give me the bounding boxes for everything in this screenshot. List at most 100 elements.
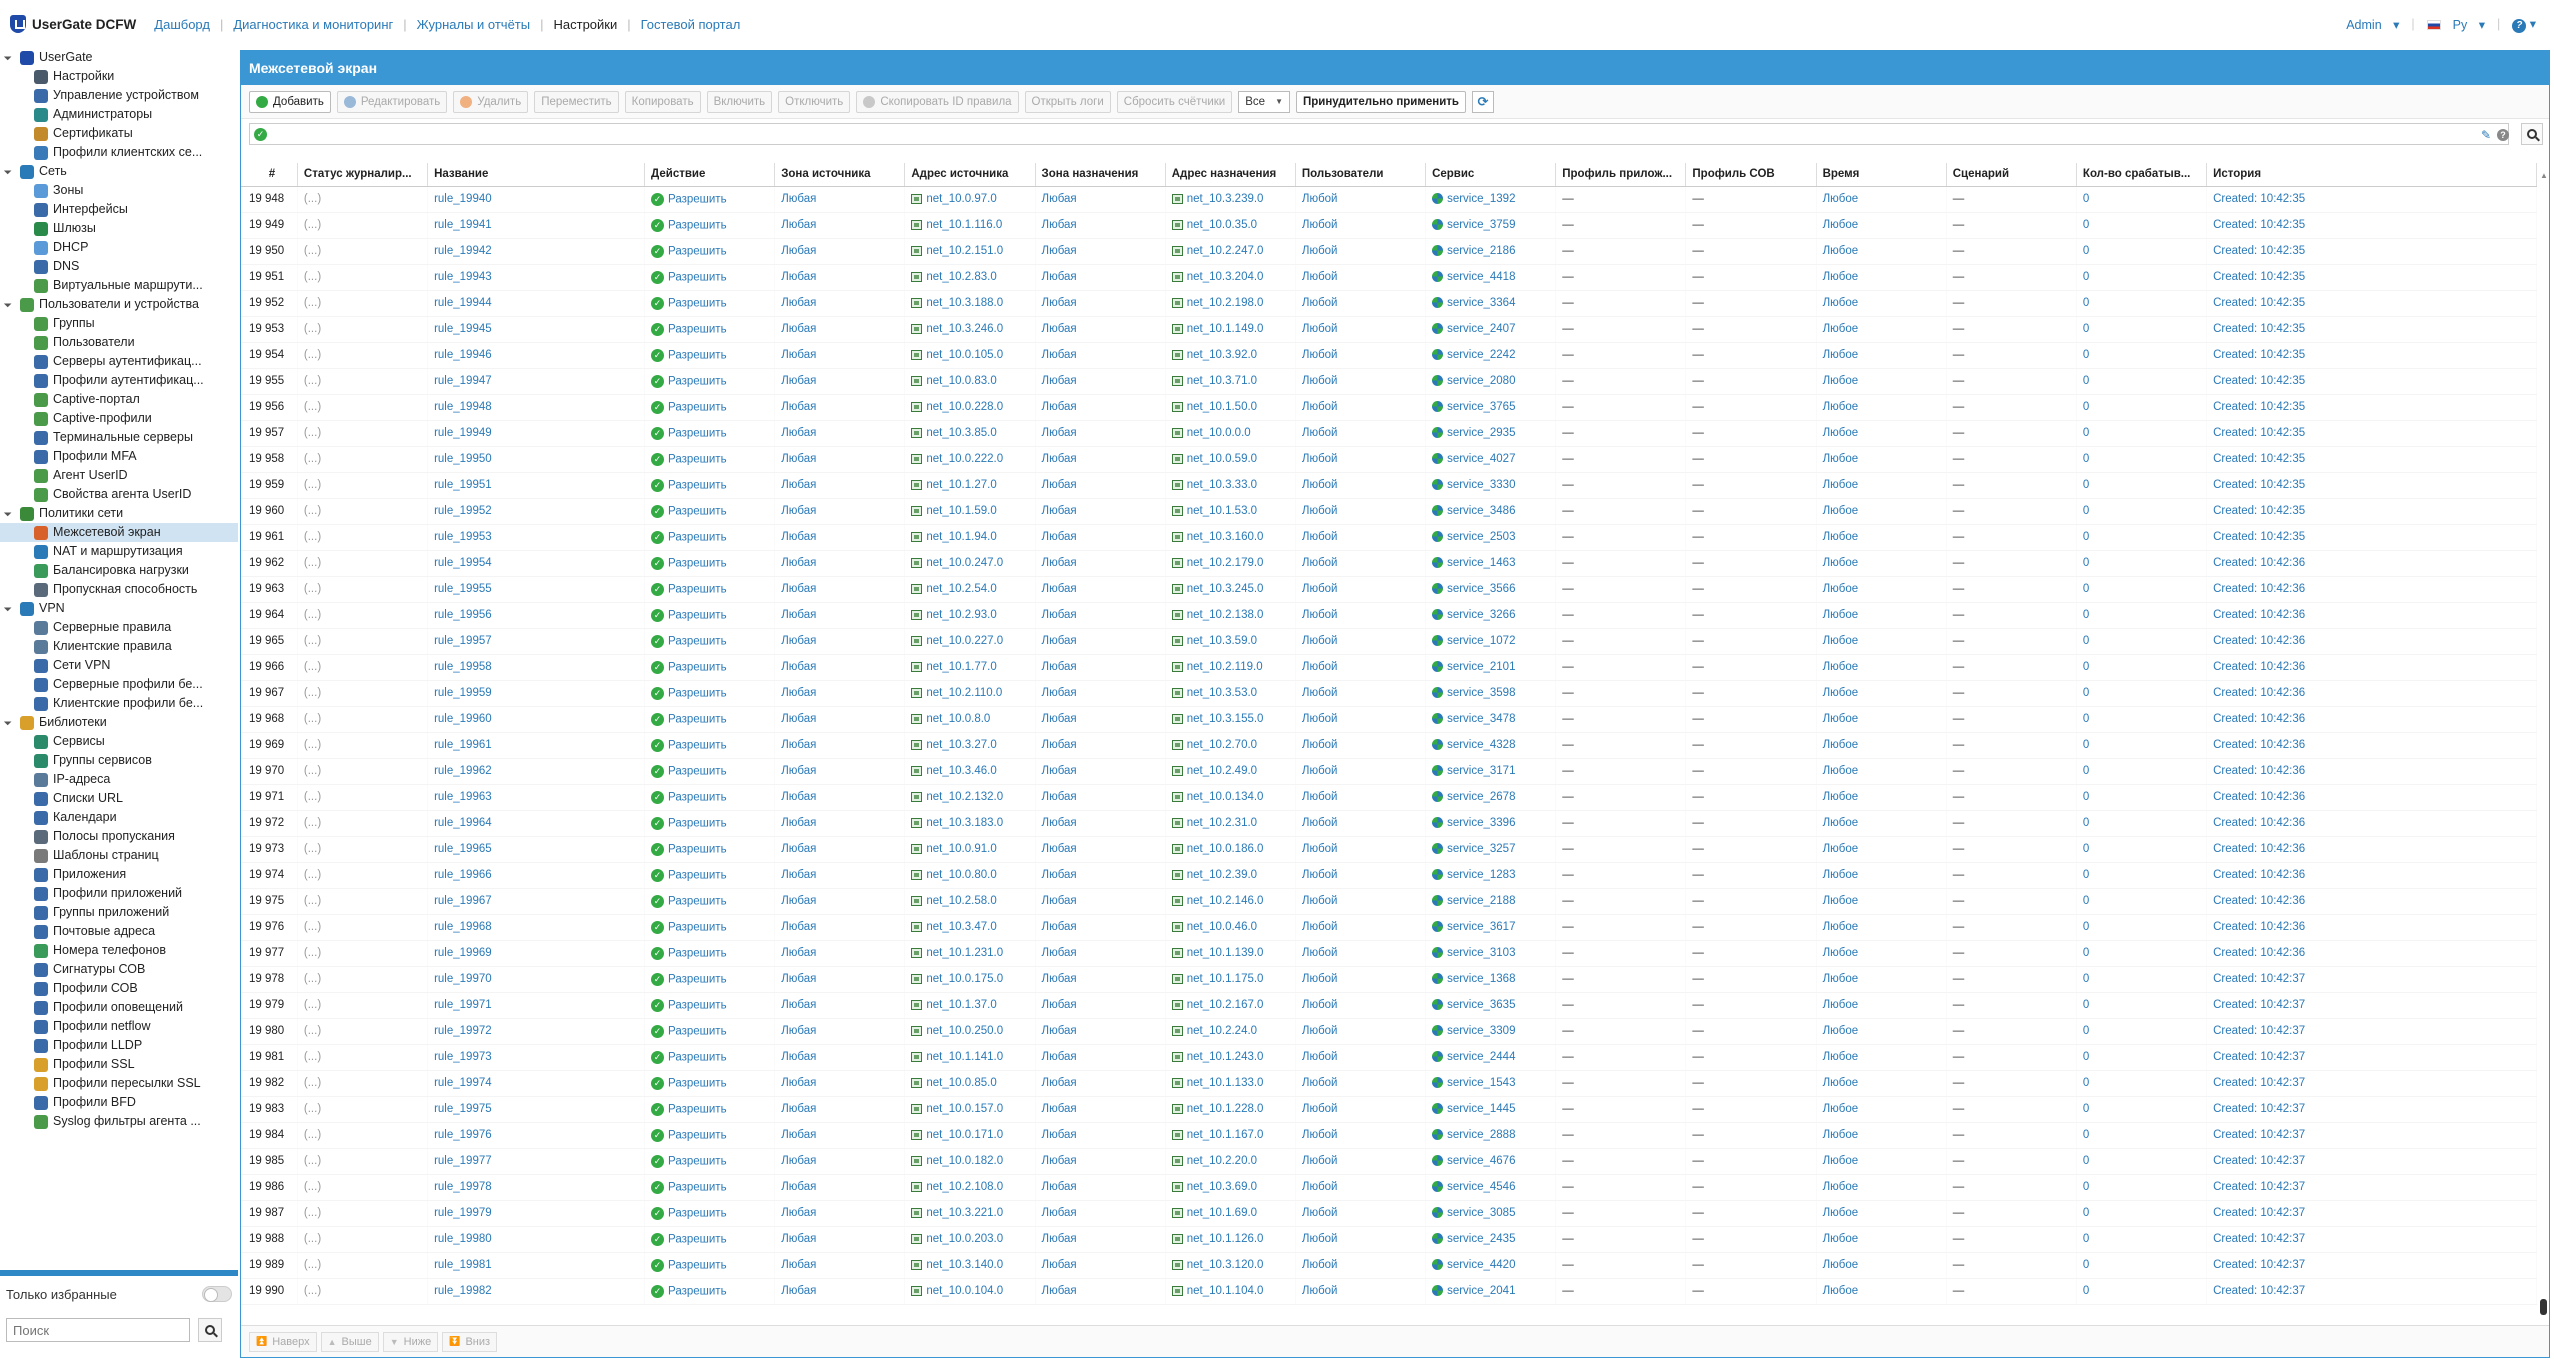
cell-src-addr[interactable]: net_10.1.231.0: [904, 940, 1036, 967]
cell-src-addr[interactable]: net_10.0.83.0: [904, 368, 1036, 395]
table-row[interactable]: 19 990 (...) rule_19982 ✓ Разрешить Любая net_…: [241, 1278, 2537, 1305]
force-apply-button[interactable]: Принудительно применить: [1295, 90, 1466, 113]
cell-name[interactable]: rule_19956: [427, 602, 646, 629]
cell-dst-addr[interactable]: net_10.2.39.0: [1165, 862, 1296, 889]
tree-item[interactable]: Интерфейсы: [0, 200, 238, 219]
column-header[interactable]: Профиль прилож...: [1555, 163, 1687, 187]
help-menu[interactable]: ? ▾: [2504, 16, 2544, 33]
cell-src-addr[interactable]: net_10.0.8.0: [904, 706, 1036, 733]
table-row[interactable]: 19 966 (...) rule_19958 ✓ Разрешить Любая net_…: [241, 654, 2537, 681]
nav-link-4[interactable]: Гостевой портал: [631, 17, 751, 32]
cell-src-addr[interactable]: net_10.1.94.0: [904, 524, 1036, 551]
tree-item[interactable]: Номера телефонов: [0, 941, 238, 960]
cell-name[interactable]: rule_19967: [427, 888, 646, 915]
toolbar-button-2[interactable]: Удалить: [453, 90, 529, 113]
cell-name[interactable]: rule_19968: [427, 914, 646, 941]
cell-src-addr[interactable]: net_10.2.110.0: [904, 680, 1036, 707]
cell-src-addr[interactable]: net_10.0.250.0: [904, 1018, 1036, 1045]
cell-src-addr[interactable]: net_10.1.77.0: [904, 654, 1036, 681]
cell-dst-addr[interactable]: net_10.2.24.0: [1165, 1018, 1296, 1045]
cell-service[interactable]: service_2041: [1425, 1278, 1557, 1305]
tree-item[interactable]: Профили приложений: [0, 884, 238, 903]
table-row[interactable]: 19 985 (...) rule_19977 ✓ Разрешить Любая net_…: [241, 1148, 2537, 1175]
cell-src-addr[interactable]: net_10.2.54.0: [904, 576, 1036, 603]
cell-service[interactable]: service_2678: [1425, 784, 1557, 811]
table-row[interactable]: 19 975 (...) rule_19967 ✓ Разрешить Любая net_…: [241, 888, 2537, 915]
cell-name[interactable]: rule_19941: [427, 212, 646, 239]
cell-service[interactable]: service_4027: [1425, 446, 1557, 473]
cell-action[interactable]: ✓ Разрешить: [644, 1044, 776, 1071]
cell-action[interactable]: ✓ Разрешить: [644, 1174, 776, 1201]
brand[interactable]: UserGate DCFW: [0, 15, 136, 33]
table-row[interactable]: 19 968 (...) rule_19960 ✓ Разрешить Любая net_…: [241, 706, 2537, 733]
table-row[interactable]: 19 978 (...) rule_19970 ✓ Разрешить Любая net_…: [241, 966, 2537, 993]
tree-item[interactable]: Списки URL: [0, 789, 238, 808]
cell-action[interactable]: ✓ Разрешить: [644, 290, 776, 317]
tree-item[interactable]: ◢ UserGate: [0, 48, 238, 67]
cell-service[interactable]: service_3765: [1425, 394, 1557, 421]
cell-name[interactable]: rule_19944: [427, 290, 646, 317]
cell-src-addr[interactable]: net_10.0.105.0: [904, 342, 1036, 369]
tree-item[interactable]: Captive-профили: [0, 409, 238, 428]
cell-src-addr[interactable]: net_10.0.97.0: [904, 186, 1036, 213]
table-row[interactable]: 19 953 (...) rule_19945 ✓ Разрешить Любая net_…: [241, 316, 2537, 343]
tree-item[interactable]: IP-адреса: [0, 770, 238, 789]
cell-dst-addr[interactable]: net_10.3.239.0: [1165, 186, 1296, 213]
move-button-3[interactable]: ⏬ Вниз: [442, 1331, 498, 1352]
cell-dst-addr[interactable]: net_10.1.139.0: [1165, 940, 1296, 967]
nav-link-2[interactable]: Журналы и отчёты: [407, 17, 540, 32]
tree-item[interactable]: Агент UserID: [0, 466, 238, 485]
table-row[interactable]: 19 950 (...) rule_19942 ✓ Разрешить Любая net_…: [241, 238, 2537, 265]
cell-dst-addr[interactable]: net_10.1.167.0: [1165, 1122, 1296, 1149]
cell-service[interactable]: service_3085: [1425, 1200, 1557, 1227]
cell-service[interactable]: service_3330: [1425, 472, 1557, 499]
table-row[interactable]: 19 963 (...) rule_19955 ✓ Разрешить Любая net_…: [241, 576, 2537, 603]
cell-dst-addr[interactable]: net_10.0.59.0: [1165, 446, 1296, 473]
cell-action[interactable]: ✓ Разрешить: [644, 342, 776, 369]
cell-service[interactable]: service_2080: [1425, 368, 1557, 395]
cell-action[interactable]: ✓ Разрешить: [644, 446, 776, 473]
nav-link-3[interactable]: Настройки: [544, 17, 628, 32]
expand-triangle-icon[interactable]: ◢: [2, 52, 13, 63]
cell-src-addr[interactable]: net_10.2.93.0: [904, 602, 1036, 629]
cell-dst-addr[interactable]: net_10.1.104.0: [1165, 1278, 1296, 1305]
cell-dst-addr[interactable]: net_10.2.31.0: [1165, 810, 1296, 837]
table-row[interactable]: 19 967 (...) rule_19959 ✓ Разрешить Любая net_…: [241, 680, 2537, 707]
table-row[interactable]: 19 982 (...) rule_19974 ✓ Разрешить Любая net_…: [241, 1070, 2537, 1097]
table-row[interactable]: 19 972 (...) rule_19964 ✓ Разрешить Любая net_…: [241, 810, 2537, 837]
tree-item[interactable]: Профили LLDP: [0, 1036, 238, 1055]
cell-dst-addr[interactable]: net_10.3.71.0: [1165, 368, 1296, 395]
cell-src-addr[interactable]: net_10.1.37.0: [904, 992, 1036, 1019]
tree-item[interactable]: Профили аутентификац...: [0, 371, 238, 390]
tree-item[interactable]: Клиентские профили бе...: [0, 694, 238, 713]
cell-src-addr[interactable]: net_10.3.85.0: [904, 420, 1036, 447]
cell-src-addr[interactable]: net_10.2.132.0: [904, 784, 1036, 811]
cell-src-addr[interactable]: net_10.0.227.0: [904, 628, 1036, 655]
toolbar-button-9[interactable]: Сбросить счётчики: [1116, 90, 1233, 113]
cell-dst-addr[interactable]: net_10.1.50.0: [1165, 394, 1296, 421]
cell-name[interactable]: rule_19966: [427, 862, 646, 889]
cell-dst-addr[interactable]: net_10.1.133.0: [1165, 1070, 1296, 1097]
move-button-1[interactable]: ▲ Выше: [320, 1331, 379, 1352]
table-row[interactable]: 19 987 (...) rule_19979 ✓ Разрешить Любая net_…: [241, 1200, 2537, 1227]
cell-name[interactable]: rule_19948: [427, 394, 646, 421]
toolbar-button-1[interactable]: Редактировать: [336, 90, 448, 113]
cell-name[interactable]: rule_19945: [427, 316, 646, 343]
expand-triangle-icon[interactable]: ◢: [2, 603, 13, 614]
refresh-icon[interactable]: ⟳: [1472, 90, 1494, 113]
cell-name[interactable]: rule_19973: [427, 1044, 646, 1071]
move-button-0[interactable]: ⏫ Наверх: [249, 1331, 317, 1352]
cell-service[interactable]: service_3617: [1425, 914, 1557, 941]
cell-name[interactable]: rule_19958: [427, 654, 646, 681]
cell-name[interactable]: rule_19969: [427, 940, 646, 967]
tree-item[interactable]: Профили пересылки SSL: [0, 1074, 238, 1093]
cell-dst-addr[interactable]: net_10.3.160.0: [1165, 524, 1296, 551]
cell-dst-addr[interactable]: net_10.2.198.0: [1165, 290, 1296, 317]
cell-action[interactable]: ✓ Разрешить: [644, 862, 776, 889]
cell-action[interactable]: ✓ Разрешить: [644, 888, 776, 915]
cell-service[interactable]: service_1368: [1425, 966, 1557, 993]
tree-item[interactable]: Группы приложений: [0, 903, 238, 922]
table-row[interactable]: 19 973 (...) rule_19965 ✓ Разрешить Любая net_…: [241, 836, 2537, 863]
cell-service[interactable]: service_3478: [1425, 706, 1557, 733]
cell-dst-addr[interactable]: net_10.0.134.0: [1165, 784, 1296, 811]
